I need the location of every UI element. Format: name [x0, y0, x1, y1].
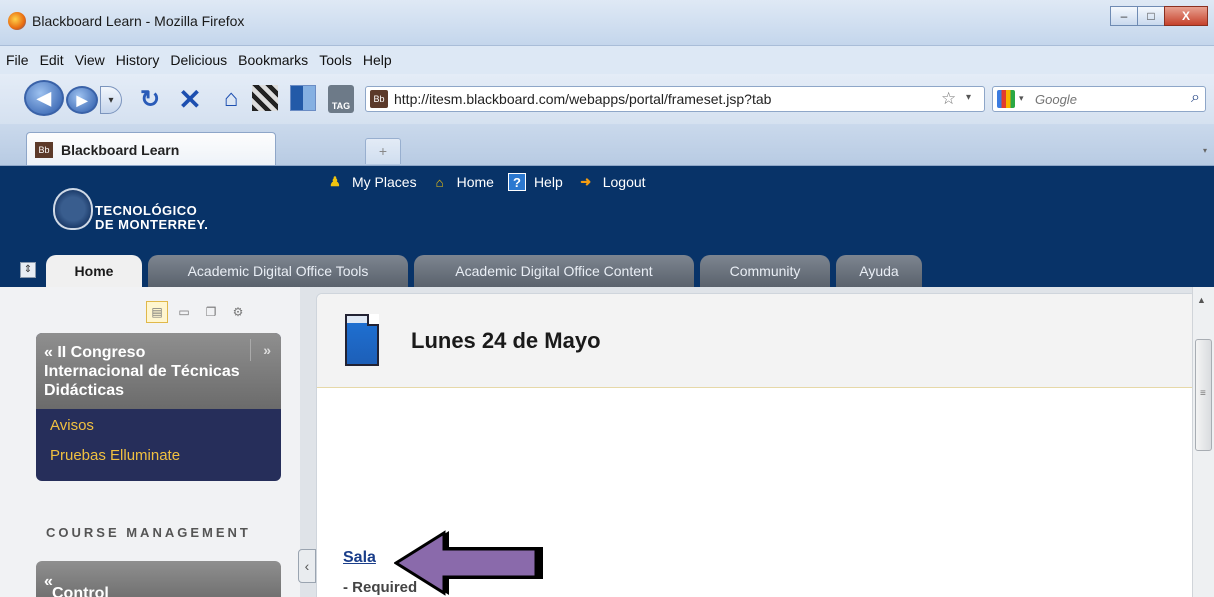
- scrollbar-thumb[interactable]: ≡: [1195, 339, 1212, 451]
- window-view-icon[interactable]: ❐: [200, 301, 222, 323]
- url-input[interactable]: [394, 89, 942, 109]
- home-button[interactable]: ⌂: [217, 85, 245, 113]
- document-icon: [345, 314, 379, 366]
- control-panel-header[interactable]: « Control Panel: [36, 561, 281, 597]
- browser-tab-blackboard[interactable]: Bb Blackboard Learn: [26, 132, 276, 165]
- reload-button[interactable]: ↻: [136, 85, 164, 113]
- menu-history[interactable]: History: [110, 46, 165, 68]
- annotation-arrow-icon: [394, 530, 543, 596]
- stop-button[interactable]: ✕: [176, 83, 204, 115]
- new-tab-button[interactable]: +: [365, 138, 401, 164]
- top-links: ♟ My Places ⌂ Home ? Help ➜ Logout: [326, 173, 660, 191]
- search-box[interactable]: ▾ ⌕: [992, 86, 1206, 112]
- window-controls: – □ X: [1110, 6, 1208, 26]
- list-view-icon[interactable]: ▤: [146, 301, 168, 323]
- history-dropdown-button[interactable]: ▾: [100, 86, 122, 114]
- reload-icon: ↻: [139, 85, 161, 113]
- sidebar-panel-icon[interactable]: [290, 85, 316, 111]
- home-icon: ⌂: [223, 85, 239, 112]
- menu-view[interactable]: View: [69, 46, 110, 68]
- tab-home[interactable]: Home: [46, 255, 142, 287]
- settings-view-icon[interactable]: ⚙: [227, 301, 249, 323]
- menu-help[interactable]: Help: [357, 46, 397, 68]
- forward-button[interactable]: ▶: [66, 86, 98, 114]
- header-divider: [250, 339, 251, 361]
- course-title: « II Congreso Internacional de Técnicas …: [44, 344, 240, 399]
- tab-favicon-icon: Bb: [35, 142, 53, 158]
- window-title: Blackboard Learn - Mozilla Firefox: [32, 13, 245, 29]
- course-menu: « II Congreso Internacional de Técnicas …: [36, 333, 281, 481]
- tag-label: TAG: [331, 101, 351, 111]
- menu-bar: File Edit View History Delicious Bookmarks Too…: [0, 46, 1214, 74]
- chevron-down-icon: ▾: [108, 94, 114, 106]
- page-title: Lunes 24 de Mayo: [411, 328, 601, 353]
- course-link-pruebas-elluminate[interactable]: Pruebas Elluminate: [50, 447, 180, 464]
- maximize-button[interactable]: □: [1137, 6, 1165, 26]
- url-dropdown-icon[interactable]: ▾: [966, 92, 971, 103]
- tab-ayuda[interactable]: Ayuda: [836, 255, 922, 287]
- forward-arrow-icon: ▶: [76, 91, 88, 108]
- door-exit-icon: ➜: [580, 174, 592, 189]
- tab-label: Blackboard Learn: [61, 142, 180, 158]
- browser-tab-strip: Bb Blackboard Learn + ▾: [0, 124, 1214, 166]
- tag-bookmark-button[interactable]: TAG: [328, 85, 354, 113]
- google-engine-icon[interactable]: [997, 90, 1015, 108]
- help-link[interactable]: ? Help: [507, 173, 563, 191]
- logo-text-line1: TECNOLÓGICO: [95, 203, 198, 218]
- url-bar[interactable]: Bb ☆ ▾: [365, 86, 985, 112]
- bookmark-star-icon[interactable]: ☆: [941, 89, 956, 109]
- back-button[interactable]: ◀: [24, 80, 64, 116]
- close-button[interactable]: X: [1164, 6, 1208, 26]
- person-icon: ♟: [329, 174, 341, 189]
- stop-icon: ✕: [178, 83, 202, 115]
- view-mode-icons: ▤ ▭ ❐ ⚙: [146, 301, 254, 323]
- my-places-link[interactable]: ♟ My Places: [326, 173, 417, 191]
- checkerboard-addon-icon[interactable]: [252, 85, 278, 111]
- content-header: Lunes 24 de Mayo: [317, 294, 1197, 388]
- search-icon[interactable]: ⌕: [1191, 89, 1200, 107]
- window-title-bar: Blackboard Learn - Mozilla Firefox – □ X: [0, 0, 1214, 46]
- house-icon: ⌂: [435, 174, 444, 190]
- my-places-label: My Places: [352, 174, 417, 190]
- course-sidebar: ▤ ▭ ❐ ⚙ « II Congreso Internacional de T…: [0, 287, 300, 597]
- content-area: ▤ ▭ ❐ ⚙ « II Congreso Internacional de T…: [0, 287, 1214, 597]
- course-management-heading: COURSE MANAGEMENT: [46, 525, 251, 540]
- site-favicon-icon: Bb: [370, 90, 388, 108]
- folder-view-icon[interactable]: ▭: [173, 301, 195, 323]
- home-link[interactable]: ⌂ Home: [431, 173, 494, 191]
- navigation-toolbar: ◀ ▶ ▾ ↻ ✕ ⌂ TAG Bb ☆ ▾ ▾ ⌕: [0, 74, 1214, 124]
- tabs-collapse-icon[interactable]: ⇕: [20, 262, 36, 278]
- tab-community[interactable]: Community: [700, 255, 830, 287]
- menu-delicious[interactable]: Delicious: [164, 46, 232, 68]
- scroll-up-icon[interactable]: ▲: [1197, 295, 1206, 305]
- home-label: Home: [456, 174, 494, 190]
- grip-icon: ≡: [1200, 388, 1206, 399]
- blackboard-header: TECNOLÓGICO DE MONTERREY. ♟ My Places ⌂ …: [0, 166, 1214, 287]
- vertical-scrollbar[interactable]: ▲ ≡: [1192, 287, 1214, 597]
- menu-file[interactable]: File: [0, 46, 34, 68]
- help-label: Help: [533, 174, 563, 190]
- logo-text-line2: DE MONTERREY.: [95, 217, 209, 232]
- tab-academic-digital-office-tools[interactable]: Academic Digital Office Tools: [148, 255, 408, 287]
- logout-link[interactable]: ➜ Logout: [577, 173, 646, 191]
- engine-dropdown-icon[interactable]: ▾: [1019, 93, 1024, 104]
- expand-chevron-icon[interactable]: »: [263, 342, 271, 358]
- menu-tools[interactable]: Tools: [313, 46, 357, 68]
- logout-label: Logout: [602, 174, 646, 190]
- menu-bookmarks[interactable]: Bookmarks: [232, 46, 313, 68]
- course-link-avisos[interactable]: Avisos: [50, 417, 94, 434]
- minimize-button[interactable]: –: [1110, 6, 1138, 26]
- sala-link[interactable]: Sala: [343, 549, 376, 567]
- control-panel-label: « Control Panel: [44, 573, 109, 597]
- menu-edit[interactable]: Edit: [34, 46, 69, 68]
- tec-monterrey-seal-logo: [53, 188, 93, 230]
- back-arrow-icon: ◀: [37, 87, 51, 108]
- firefox-icon: [8, 12, 26, 30]
- tab-academic-digital-office-content[interactable]: Academic Digital Office Content: [414, 255, 694, 287]
- search-input[interactable]: [1035, 90, 1175, 108]
- tab-list-dropdown-icon[interactable]: ▾: [1198, 138, 1212, 164]
- course-menu-header[interactable]: « II Congreso Internacional de Técnicas …: [36, 333, 281, 409]
- question-icon: ?: [507, 173, 526, 191]
- sidebar-collapse-button[interactable]: ‹: [298, 549, 316, 583]
